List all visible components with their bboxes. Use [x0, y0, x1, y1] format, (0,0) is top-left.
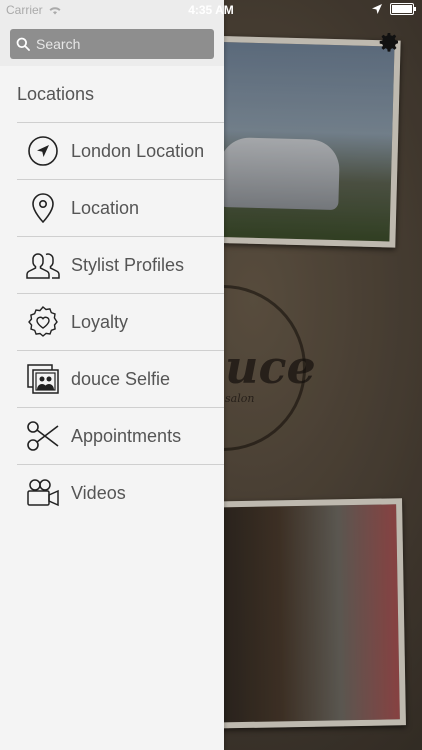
status-right — [372, 3, 416, 15]
photo-stack-icon — [23, 359, 63, 399]
menu-item-stylist-profiles[interactable]: Stylist Profiles — [17, 236, 224, 293]
drawer-menu: London Location Location Stylist Profile… — [17, 122, 224, 521]
menu-item-label: Loyalty — [71, 311, 129, 332]
scissors-icon — [23, 416, 63, 456]
search-bar[interactable] — [10, 29, 214, 59]
location-services-icon — [372, 4, 382, 14]
status-time: 4:35 AM — [188, 3, 234, 17]
menu-item-label: Stylist Profiles — [71, 254, 185, 275]
menu-item-douce-selfie[interactable]: douce Selfie — [17, 350, 224, 407]
menu-item-location[interactable]: Location — [17, 179, 224, 236]
menu-item-london-location[interactable]: London Location — [17, 122, 224, 179]
search-input[interactable] — [34, 35, 208, 53]
section-title-locations: Locations — [17, 84, 95, 104]
heart-badge-icon — [23, 302, 63, 342]
search-icon — [16, 37, 30, 51]
battery-icon — [390, 3, 416, 15]
menu-item-label: Appointments — [71, 425, 182, 446]
side-drawer: Locations London Location Location — [0, 0, 224, 750]
menu-item-label: Location — [71, 197, 140, 218]
menu-item-videos[interactable]: Videos — [17, 464, 224, 521]
menu-item-label: douce Selfie — [71, 368, 171, 389]
people-icon — [23, 245, 63, 285]
status-bar: Carrier 4:35 AM — [0, 0, 422, 20]
menu-item-label: Videos — [71, 482, 126, 503]
menu-item-appointments[interactable]: Appointments — [17, 407, 224, 464]
map-pin-icon — [23, 188, 63, 228]
menu-item-loyalty[interactable]: Loyalty — [17, 293, 224, 350]
navigation-arrow-icon — [23, 131, 63, 171]
menu-item-label: London Location — [71, 140, 205, 161]
settings-gear-icon[interactable] — [377, 30, 401, 54]
video-camera-icon — [23, 473, 63, 513]
